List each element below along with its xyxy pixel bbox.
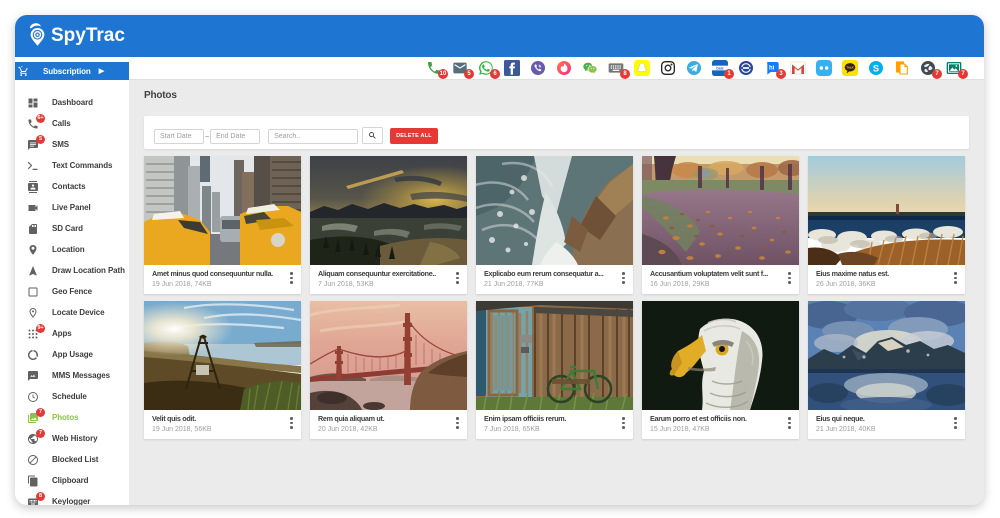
svg-text:Date: Date bbox=[716, 66, 723, 70]
svg-text:hi: hi bbox=[769, 66, 775, 72]
svg-text:TALK: TALK bbox=[846, 66, 853, 70]
svg-text:S: S bbox=[873, 63, 879, 73]
